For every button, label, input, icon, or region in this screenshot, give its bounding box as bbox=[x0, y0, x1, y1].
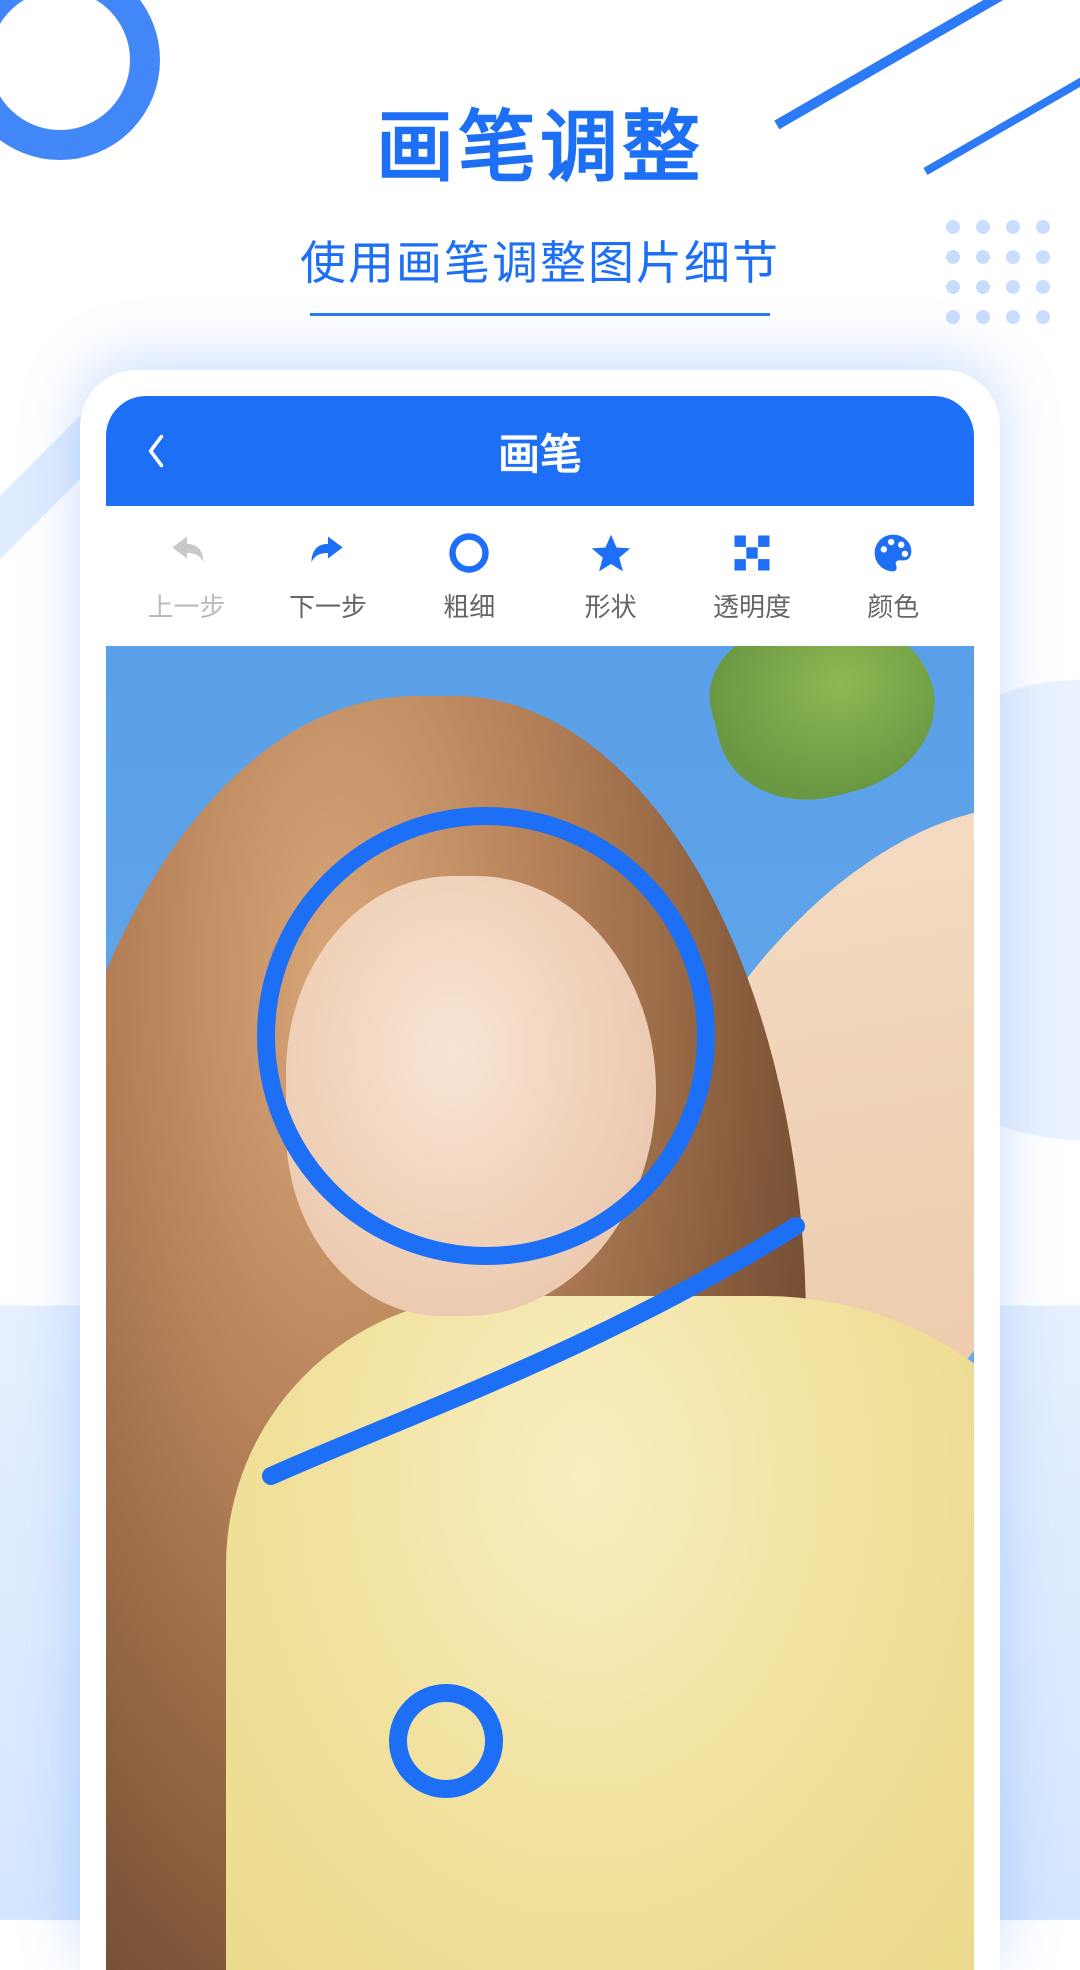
chevron-left-icon bbox=[145, 433, 167, 469]
opacity-button[interactable]: 透明度 bbox=[702, 529, 802, 624]
phone-screen: 画笔 上一步 下一步 bbox=[106, 396, 974, 1970]
bg-decoration-dots bbox=[946, 220, 1050, 324]
header-title: 画笔 bbox=[106, 421, 974, 482]
tool-label: 上一步 bbox=[148, 587, 226, 624]
redo-button[interactable]: 下一步 bbox=[278, 529, 378, 624]
undo-icon bbox=[163, 529, 211, 577]
photo-clothing bbox=[226, 1296, 974, 1970]
color-button[interactable]: 颜色 bbox=[843, 529, 943, 624]
thickness-button[interactable]: 粗细 bbox=[419, 529, 519, 624]
promo-subtitle: 使用画笔调整图片细节 bbox=[0, 227, 1080, 293]
checker-icon bbox=[728, 529, 776, 577]
back-button[interactable] bbox=[136, 431, 176, 471]
circle-ring-icon bbox=[445, 529, 493, 577]
subtitle-underline bbox=[310, 313, 770, 316]
palette-icon bbox=[869, 529, 917, 577]
shape-button[interactable]: 形状 bbox=[561, 529, 661, 624]
phone-mockup: 画笔 上一步 下一步 bbox=[80, 370, 1000, 1970]
tool-label: 下一步 bbox=[289, 587, 367, 624]
redo-icon bbox=[304, 529, 352, 577]
canvas-photo bbox=[106, 646, 974, 1970]
brush-toolbar: 上一步 下一步 粗细 bbox=[106, 506, 974, 646]
promo-title: 画笔调整 bbox=[0, 85, 1080, 197]
app-header: 画笔 bbox=[106, 396, 974, 506]
undo-button[interactable]: 上一步 bbox=[137, 529, 237, 624]
tool-label: 颜色 bbox=[867, 587, 919, 624]
tool-label: 粗细 bbox=[443, 587, 495, 624]
tool-label: 形状 bbox=[585, 587, 637, 624]
canvas-area[interactable] bbox=[106, 646, 974, 1970]
tool-label: 透明度 bbox=[713, 587, 791, 624]
star-icon bbox=[587, 529, 635, 577]
